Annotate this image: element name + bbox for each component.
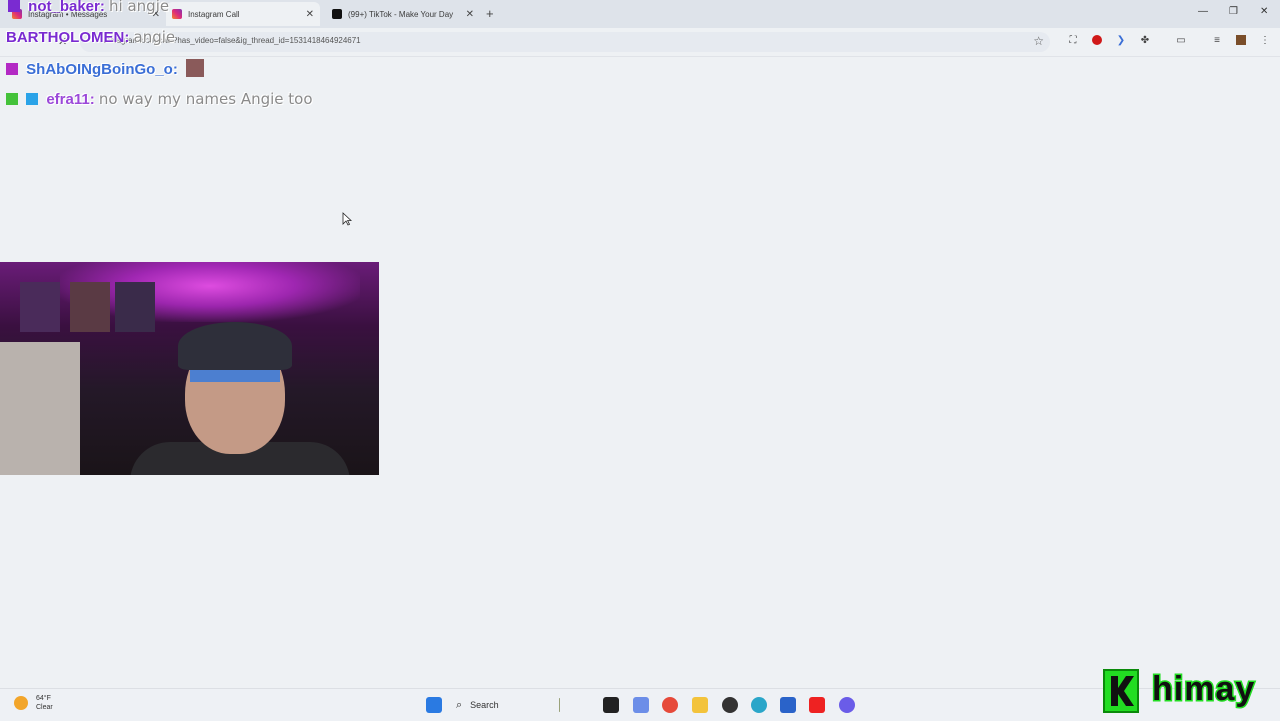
address-bar[interactable]: instagram.com/call/?has_video=false&ig_t…	[80, 32, 1050, 52]
tiktok-icon	[332, 9, 342, 19]
tab-instagram-call[interactable]: Instagram Call ✕	[166, 2, 320, 26]
tab-tiktok[interactable]: (99+) TikTok - Make Your Day ✕	[326, 2, 480, 26]
restore-icon[interactable]: ❐	[1229, 6, 1238, 17]
file-explorer-icon[interactable]	[692, 697, 708, 713]
chat-username: not_baker:	[28, 0, 105, 15]
chat-message: angie	[133, 28, 176, 46]
search-label: Search	[470, 700, 499, 710]
wall-poster	[20, 282, 60, 332]
chat-username: efra11:	[46, 91, 95, 108]
badge-icon	[6, 93, 18, 105]
chat-line: ShAbOINgBoinGo_o:	[6, 59, 204, 78]
person-cap	[178, 322, 292, 370]
tab-label: (99+) TikTok - Make Your Day	[348, 9, 454, 19]
close-tab-icon[interactable]: ✕	[306, 9, 314, 20]
person-headband	[190, 370, 280, 382]
weather-widget[interactable]: 64°F Clear	[14, 694, 53, 712]
edge-icon[interactable]	[751, 697, 767, 713]
tab-strip: Instagram • Messages ✕ Instagram Call ✕ …	[0, 0, 1280, 28]
extensions-puzzle-icon[interactable]: ✤	[1139, 34, 1151, 46]
door	[0, 342, 80, 475]
audio-icon[interactable]: ❯	[1115, 34, 1127, 46]
instagram-icon	[172, 9, 182, 19]
wall-poster	[115, 282, 155, 332]
chat-message: no way my names Angie too	[98, 90, 313, 108]
emote-icon	[186, 59, 204, 77]
chat-username: ShAbOINgBoinGo_o:	[26, 61, 178, 78]
adblock-icon[interactable]	[1091, 34, 1103, 46]
copilot-icon[interactable]	[633, 697, 649, 713]
youtube-icon[interactable]	[809, 697, 825, 713]
minimize-icon[interactable]: —	[1198, 6, 1208, 17]
chat-line: not_baker: hi angie	[8, 0, 169, 15]
media-icon[interactable]: ≡	[1211, 34, 1223, 46]
cube-icon	[26, 93, 39, 105]
chat-message: hi angie	[109, 0, 170, 15]
chat-username: BARTHOLOMEN:	[6, 29, 130, 46]
weather-cond: Clear	[36, 704, 53, 711]
new-tab-icon[interactable]: +	[486, 6, 494, 21]
cast-icon[interactable]: ▭	[1175, 34, 1187, 46]
mouse-cursor-icon	[342, 212, 352, 226]
extension-icon[interactable]: ⛶	[1067, 34, 1079, 46]
chat-line: BARTHOLOMEN: angie	[6, 28, 175, 46]
start-icon[interactable]	[426, 697, 442, 713]
obs-icon[interactable]	[722, 697, 738, 713]
close-tab-icon[interactable]: ✕	[466, 9, 474, 20]
video-feed	[0, 262, 379, 475]
browser-toolbar: ✕ instagram.com/call/?has_video=false&ig…	[0, 28, 1280, 57]
close-window-icon[interactable]: ✕	[1260, 6, 1268, 17]
tab-label: Instagram Call	[188, 9, 240, 19]
taskbar-search[interactable]: ⌕ Search	[450, 695, 560, 715]
menu-icon[interactable]: ⋮	[1259, 34, 1271, 46]
badge-icon	[6, 63, 18, 75]
wall-poster	[70, 282, 110, 332]
profile-avatar[interactable]	[1235, 34, 1247, 46]
discord-icon[interactable]	[839, 697, 855, 713]
search-highlight-icon	[558, 698, 560, 712]
taskbar: 64°F Clear ⌕ Search	[0, 688, 1280, 721]
task-view-icon[interactable]	[603, 697, 619, 713]
chrome-icon[interactable]	[662, 697, 678, 713]
store-icon[interactable]	[780, 697, 796, 713]
chat-line: efra11: no way my names Angie too	[6, 90, 313, 108]
weather-icon	[14, 696, 28, 710]
bookmark-star-icon[interactable]: ☆	[1033, 34, 1044, 48]
search-icon: ⌕	[456, 698, 463, 711]
logo-text: himay	[1150, 669, 1256, 710]
badge-icon	[8, 0, 20, 12]
weather-temp: 64°F	[36, 695, 51, 702]
